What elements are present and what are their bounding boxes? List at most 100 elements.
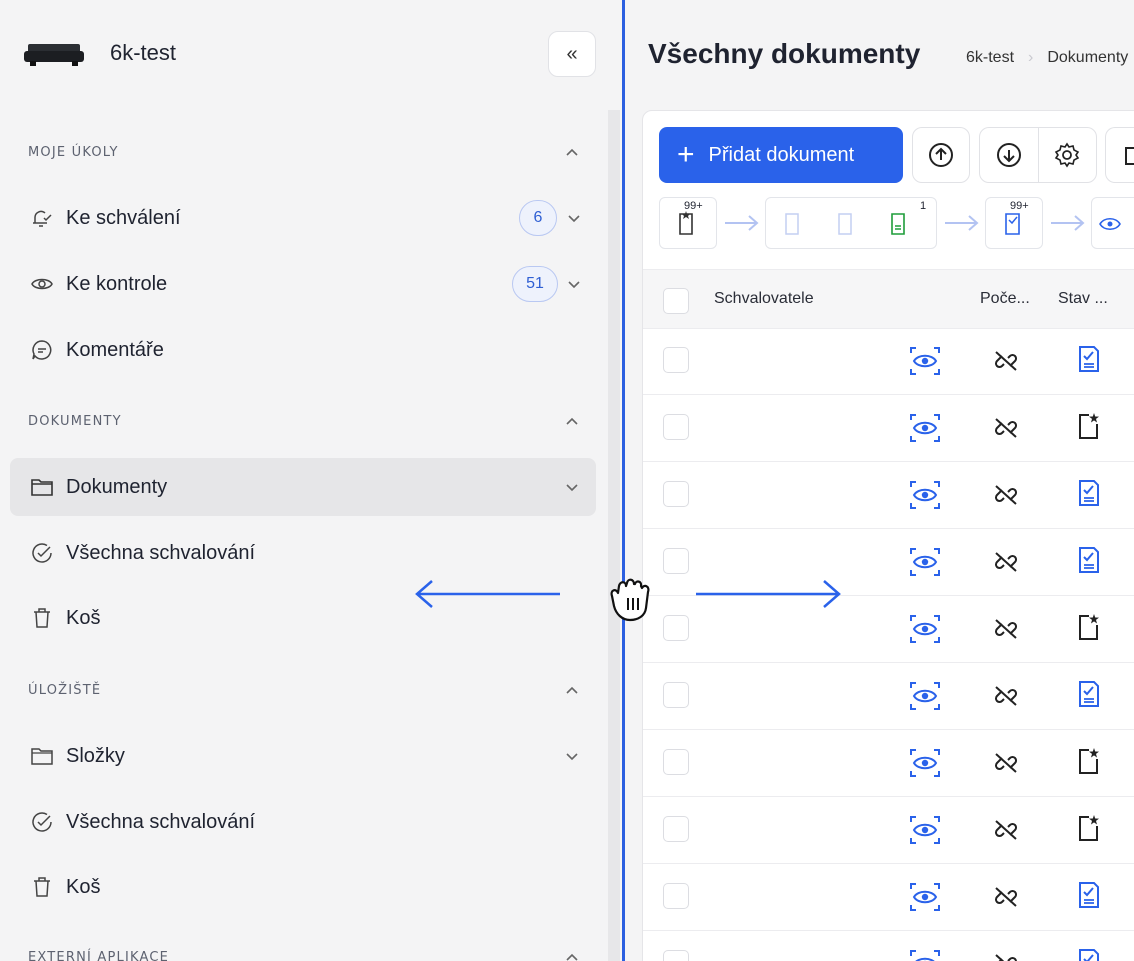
documents-card: + Přidat dokument 99+ 1 99+ Schvalovatel… <box>642 110 1134 961</box>
collapse-sidebar-button[interactable]: « <box>548 31 596 77</box>
count-badge: 6 <box>519 200 557 236</box>
eye-icon <box>30 272 54 296</box>
table-row[interactable] <box>643 327 1134 395</box>
table-row[interactable] <box>643 394 1134 462</box>
export-button[interactable] <box>1105 127 1134 183</box>
row-checkbox[interactable] <box>663 950 689 961</box>
sidebar-item-label: Dokumenty <box>66 475 168 498</box>
table-row[interactable] <box>643 729 1134 797</box>
row-checkbox[interactable] <box>663 548 689 574</box>
row-checkbox[interactable] <box>663 749 689 775</box>
chevron-up-icon[interactable] <box>562 143 582 163</box>
review-eye-icon[interactable] <box>907 879 943 915</box>
row-checkbox[interactable] <box>663 481 689 507</box>
arrow-up-circle-icon <box>929 143 953 167</box>
folder-icon <box>30 475 54 499</box>
sidebar: 6k-test « MOJE ÚKOLY Ke schválení 6 Ke k… <box>0 0 623 961</box>
sidebar-item-folders[interactable]: Složky <box>10 727 596 785</box>
breadcrumb-separator-icon: › <box>1028 49 1034 66</box>
download-button[interactable] <box>980 128 1039 182</box>
chevron-up-icon[interactable] <box>562 948 582 961</box>
workflow-step-approved[interactable]: 99+ <box>985 197 1043 249</box>
add-document-label: Přidat dokument <box>708 143 855 166</box>
section-title-my-tasks: MOJE ÚKOLY <box>28 145 119 160</box>
workspace-brand[interactable]: 6k-test <box>24 38 176 68</box>
table-row[interactable] <box>643 796 1134 864</box>
status-approved-icon <box>1075 544 1103 576</box>
sidebar-item-comments[interactable]: Komentáře <box>10 321 596 379</box>
review-eye-icon[interactable] <box>907 343 943 379</box>
approval-stages-icon <box>785 213 905 235</box>
table-row[interactable] <box>643 662 1134 730</box>
sidebar-scrollbar[interactable] <box>608 110 620 961</box>
workspace-name: 6k-test <box>110 40 177 65</box>
settings-button[interactable] <box>1039 128 1097 182</box>
sidebar-item-trash-storage[interactable]: Koš <box>10 858 596 916</box>
workflow-step-approval[interactable]: 1 <box>765 197 937 249</box>
chevron-down-icon[interactable] <box>564 208 584 228</box>
workflow-step-review[interactable]: 5 <box>1091 197 1134 249</box>
workflow-step-new[interactable]: 99+ <box>659 197 717 249</box>
arrow-right-icon <box>945 215 979 231</box>
chevron-up-icon[interactable] <box>562 412 582 432</box>
add-document-button[interactable]: + Přidat dokument <box>659 127 903 183</box>
sidebar-item-all-approvals[interactable]: Všechna schvalování <box>10 524 596 582</box>
review-eye-icon[interactable] <box>907 544 943 580</box>
download-settings-group <box>979 127 1097 183</box>
comment-icon <box>30 338 54 362</box>
arrow-left-icon <box>415 580 560 608</box>
breadcrumb-item-workspace[interactable]: 6k-test <box>966 49 1014 67</box>
row-checkbox[interactable] <box>663 816 689 842</box>
upload-button[interactable] <box>912 127 970 183</box>
sidebar-item-to-review[interactable]: Ke kontrole 51 <box>10 255 596 313</box>
bell-check-icon <box>30 206 54 230</box>
row-checkbox[interactable] <box>663 347 689 373</box>
gear-icon <box>1055 142 1080 168</box>
chevron-down-icon[interactable] <box>562 477 582 497</box>
count-badge: 51 <box>512 266 558 302</box>
status-new-icon <box>1075 745 1103 777</box>
review-eye-icon[interactable] <box>907 745 943 781</box>
sidebar-item-to-approve[interactable]: Ke schválení 6 <box>10 189 596 247</box>
sidebar-item-label: Koš <box>66 606 101 629</box>
table-row[interactable] <box>643 863 1134 931</box>
status-new-icon <box>1075 410 1103 442</box>
review-eye-icon[interactable] <box>907 410 943 446</box>
unlinked-icon <box>991 481 1021 509</box>
status-new-icon <box>1075 611 1103 643</box>
row-checkbox[interactable] <box>663 883 689 909</box>
sidebar-item-label: Všechna schvalování <box>66 810 256 833</box>
column-header-count[interactable]: Poče... <box>980 290 1030 308</box>
arrow-right-icon <box>1051 215 1085 231</box>
section-title-external-apps: EXTERNÍ APLIKACE <box>28 950 170 961</box>
unlinked-icon <box>991 883 1021 911</box>
select-all-checkbox[interactable] <box>663 288 689 314</box>
unlinked-icon <box>991 682 1021 710</box>
table-row[interactable] <box>643 930 1134 961</box>
sidebar-item-label: Ke schválení <box>66 206 181 229</box>
chevron-down-icon[interactable] <box>564 274 584 294</box>
status-new-icon <box>1075 812 1103 844</box>
table-row[interactable] <box>643 461 1134 529</box>
trash-icon <box>30 875 54 899</box>
chevron-up-icon[interactable] <box>562 681 582 701</box>
sidebar-item-documents[interactable]: Dokumenty <box>10 458 596 516</box>
review-eye-icon[interactable] <box>907 946 943 961</box>
main-content: Všechny dokumenty 6k-test › Dokumenty + … <box>625 0 1134 961</box>
column-header-approvers[interactable]: Schvalovatele <box>714 290 814 308</box>
column-header-status[interactable]: Stav ... <box>1058 290 1108 308</box>
check-circle-icon <box>30 810 54 834</box>
sidebar-item-label: Všechna schvalování <box>66 541 256 564</box>
status-approved-icon <box>1075 879 1103 911</box>
chevron-down-icon[interactable] <box>562 746 582 766</box>
review-eye-icon[interactable] <box>907 477 943 513</box>
review-eye-icon[interactable] <box>907 812 943 848</box>
sidebar-item-all-approvals-storage[interactable]: Všechna schvalování <box>10 793 596 851</box>
row-checkbox[interactable] <box>663 615 689 641</box>
review-eye-icon[interactable] <box>907 611 943 647</box>
breadcrumb-item-documents[interactable]: Dokumenty <box>1047 49 1128 67</box>
row-checkbox[interactable] <box>663 682 689 708</box>
review-eye-icon[interactable] <box>907 678 943 714</box>
breadcrumb: 6k-test › Dokumenty <box>966 49 1128 67</box>
row-checkbox[interactable] <box>663 414 689 440</box>
